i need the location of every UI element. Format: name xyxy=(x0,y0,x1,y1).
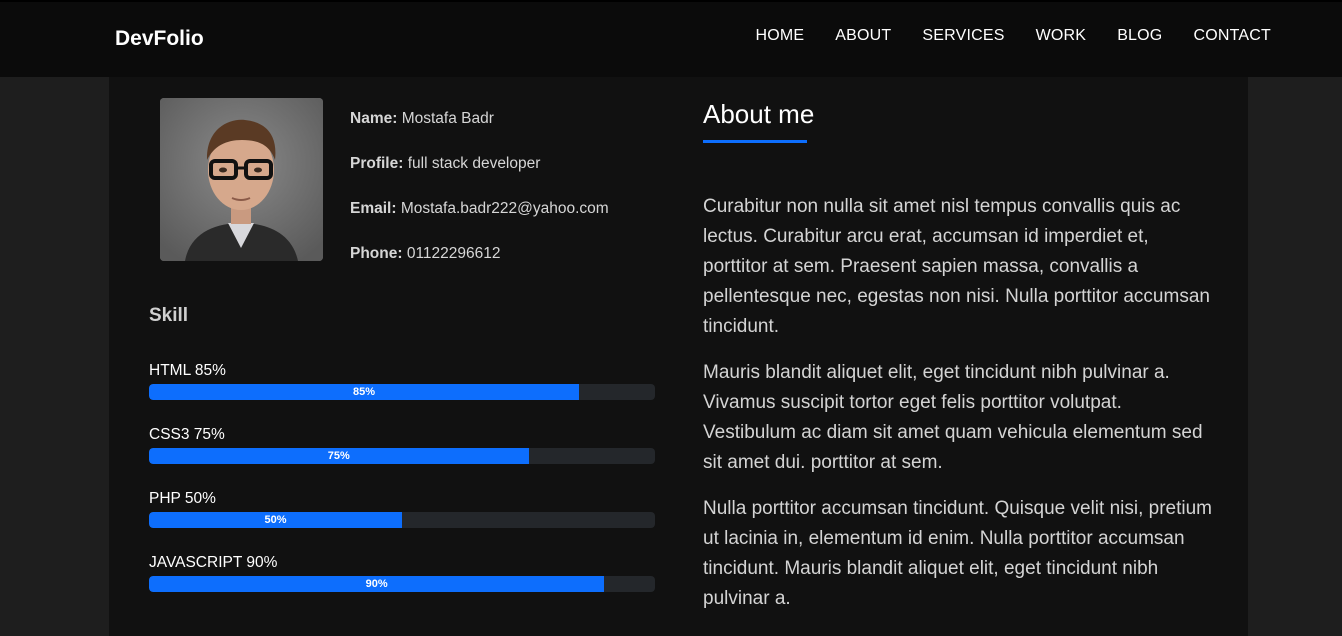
name-label: Name: xyxy=(350,110,398,127)
skill-item: JAVASCRIPT 90% 90% xyxy=(149,554,655,618)
nav-item-contact[interactable]: CONTACT xyxy=(1193,27,1271,45)
progress-bar: 50% xyxy=(149,512,655,528)
skill-label: JAVASCRIPT 90% xyxy=(149,554,278,571)
brand-logo[interactable]: DevFolio xyxy=(115,27,204,51)
nav-item-blog[interactable]: BLOG xyxy=(1117,27,1162,45)
profile-photo xyxy=(160,98,323,261)
skill-label: PHP 50% xyxy=(149,490,216,507)
skill-label: HTML 85% xyxy=(149,362,226,379)
progress-bar: 90% xyxy=(149,576,655,592)
email-value: Mostafa.badr222@yahoo.com xyxy=(400,200,609,217)
about-paragraph: Curabitur non nulla sit amet nisl tempus… xyxy=(703,196,1210,337)
progress-bar-fill: 85% xyxy=(149,384,580,400)
about-paragraph: Nulla porttitor accumsan tincidunt. Quis… xyxy=(703,498,1213,609)
heading-underline xyxy=(703,140,807,143)
about-paragraph: Mauris blandit aliquet elit, eget tincid… xyxy=(703,362,1203,473)
profile-photo-image xyxy=(160,98,323,261)
nav-item-about[interactable]: ABOUT xyxy=(835,27,891,45)
navbar: DevFolio HOME ABOUT SERVICES WORK BLOG C… xyxy=(0,0,1342,77)
nav-item-services[interactable]: SERVICES xyxy=(922,27,1004,45)
skill-item: HTML 85% 85% xyxy=(149,362,655,426)
phone-label: Phone: xyxy=(350,245,403,262)
progress-bar: 75% xyxy=(149,448,655,464)
nav-item-home[interactable]: HOME xyxy=(755,27,804,45)
progress-bar-fill: 90% xyxy=(149,576,605,592)
nav-menu: HOME ABOUT SERVICES WORK BLOG CONTACT xyxy=(755,27,1271,45)
info-email: Email: Mostafa.badr222@yahoo.com xyxy=(350,200,609,245)
email-label: Email: xyxy=(350,200,397,217)
phone-value: 01122296612 xyxy=(406,245,501,262)
profile-label: Profile: xyxy=(350,155,404,172)
progress-bar: 85% xyxy=(149,384,655,400)
skills-list: HTML 85% 85% CSS3 75% 75% PHP 50% 50% JA… xyxy=(149,362,655,618)
nav-item-work[interactable]: WORK xyxy=(1036,27,1087,45)
skill-label: CSS3 75% xyxy=(149,426,225,443)
progress-bar-fill: 50% xyxy=(149,512,402,528)
skill-item: CSS3 75% 75% xyxy=(149,426,655,490)
info-phone: Phone: 01122296612 xyxy=(350,245,609,290)
info-profile: Profile: full stack developer xyxy=(350,155,609,200)
about-heading: About me xyxy=(703,99,815,129)
profile-value: full stack developer xyxy=(407,155,541,172)
about-body: Curabitur non nulla sit amet nisl tempus… xyxy=(703,192,1213,630)
info-name: Name: Mostafa Badr xyxy=(350,110,609,155)
skill-item: PHP 50% 50% xyxy=(149,490,655,554)
progress-bar-fill: 75% xyxy=(149,448,529,464)
name-value: Mostafa Badr xyxy=(401,110,494,127)
profile-info: Name: Mostafa Badr Profile: full stack d… xyxy=(350,110,609,290)
skill-heading: Skill xyxy=(149,305,189,326)
